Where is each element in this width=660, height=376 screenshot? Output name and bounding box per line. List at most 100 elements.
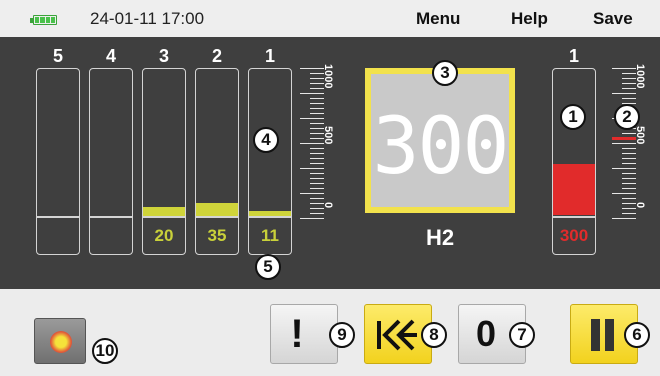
right-channel-number: 1 <box>568 46 579 66</box>
scale-tick <box>300 193 324 195</box>
callout-2: 2 <box>614 104 640 130</box>
channel-number-1: 1 <box>264 46 275 66</box>
scale-tick <box>310 138 324 140</box>
callout-6: 6 <box>624 322 650 348</box>
scale-tick <box>310 198 324 200</box>
scale-tick <box>622 153 636 155</box>
scale-tick <box>622 198 636 200</box>
scale-tick <box>310 163 324 165</box>
scale-tick <box>622 163 636 165</box>
record-icon <box>50 331 72 353</box>
scale-tick <box>310 133 324 135</box>
alarm-level-bar <box>553 164 595 215</box>
scale-tick <box>300 218 324 220</box>
scale-tick <box>622 133 636 135</box>
scale-tick <box>622 203 636 205</box>
scale-tick <box>310 123 324 125</box>
scale-tick <box>622 158 636 160</box>
scale-tick <box>310 78 324 80</box>
scale-tick <box>310 83 324 85</box>
channel-number-3: 3 <box>158 46 169 66</box>
callout-3: 3 <box>432 60 458 86</box>
level-bar <box>143 207 185 216</box>
alarm-threshold-marker <box>612 137 636 140</box>
scale-tick <box>310 98 324 100</box>
scale-tick <box>612 143 636 145</box>
menu-button[interactable]: Menu <box>416 9 460 29</box>
scale-tick <box>310 73 324 75</box>
channel-number-5: 5 <box>52 46 63 66</box>
exclamation-icon: ! <box>290 311 304 356</box>
alarm-button[interactable]: ! <box>270 304 338 364</box>
scale-tick <box>622 78 636 80</box>
scale-tick <box>300 93 324 95</box>
skip-back-icon <box>377 319 417 351</box>
main-value: 300 <box>372 102 510 192</box>
record-button[interactable] <box>34 318 86 364</box>
scale-right: 1000 500 0 <box>612 64 646 220</box>
channel-reading-2: 35 <box>207 226 227 245</box>
channel-reading-1: 11 <box>261 226 279 245</box>
scale-tick <box>612 193 636 195</box>
tube-baseline <box>37 216 79 218</box>
scale-tick <box>612 68 636 70</box>
scale-tick <box>622 213 636 215</box>
callout-7: 7 <box>509 322 535 348</box>
scale-tick <box>612 93 636 95</box>
scale-tick <box>622 88 636 90</box>
scale-tick <box>310 158 324 160</box>
callout-9: 9 <box>329 322 355 348</box>
tube-baseline <box>249 216 291 218</box>
scale-tick <box>300 143 324 145</box>
scale-tick <box>310 128 324 130</box>
channel-number-2: 2 <box>211 46 222 66</box>
scale-tick <box>310 103 324 105</box>
channel-tube-3[interactable]: 20 <box>142 68 186 255</box>
pause-icon <box>591 319 614 351</box>
scale-tick <box>622 73 636 75</box>
scale-tick <box>310 208 324 210</box>
callout-4: 4 <box>253 127 279 153</box>
callout-1: 1 <box>560 104 586 130</box>
scale-tick <box>310 148 324 150</box>
scale-tick <box>310 203 324 205</box>
level-bar <box>196 203 238 216</box>
channel-reading-3: 20 <box>154 226 174 245</box>
right-channel-reading: 300 <box>559 226 589 245</box>
scale-tick <box>622 148 636 150</box>
tube-baseline <box>143 216 185 218</box>
scale-tick <box>310 213 324 215</box>
help-button[interactable]: Help <box>511 9 548 29</box>
tube-baseline <box>90 216 132 218</box>
channel-tube-1[interactable]: 11 <box>248 68 292 255</box>
channel-tube-2[interactable]: 35 <box>195 68 239 255</box>
save-button[interactable]: Save <box>593 9 633 29</box>
scale-tick <box>612 168 636 170</box>
battery-icon <box>30 15 57 25</box>
scale-tick <box>310 88 324 90</box>
scale-tick <box>622 98 636 100</box>
channel-tube-5[interactable] <box>36 68 80 255</box>
scale-tick <box>310 113 324 115</box>
scale-tick <box>622 208 636 210</box>
callout-5: 5 <box>255 254 281 280</box>
scale-tick <box>300 68 324 70</box>
scale-tick <box>622 178 636 180</box>
channel-number-4: 4 <box>105 46 116 66</box>
main-value-display[interactable]: 300 <box>365 68 515 213</box>
datetime: 24-01-11 17:00 <box>90 9 205 28</box>
scale-tick <box>622 83 636 85</box>
tube-baseline <box>196 216 238 218</box>
callout-10: 10 <box>92 338 118 364</box>
channel-tube-4[interactable] <box>89 68 133 255</box>
right-channel-tube[interactable]: 300 <box>552 68 596 255</box>
status-bar: 24-01-11 17:00 Menu Help Save <box>0 0 660 37</box>
scale-tick <box>310 188 324 190</box>
scale-tick <box>310 108 324 110</box>
gas-label: H2 <box>425 225 455 250</box>
scale-tick <box>310 183 324 185</box>
scale-tick <box>622 173 636 175</box>
scale-tick <box>310 153 324 155</box>
scale-tick <box>622 183 636 185</box>
scale-tick <box>300 168 324 170</box>
